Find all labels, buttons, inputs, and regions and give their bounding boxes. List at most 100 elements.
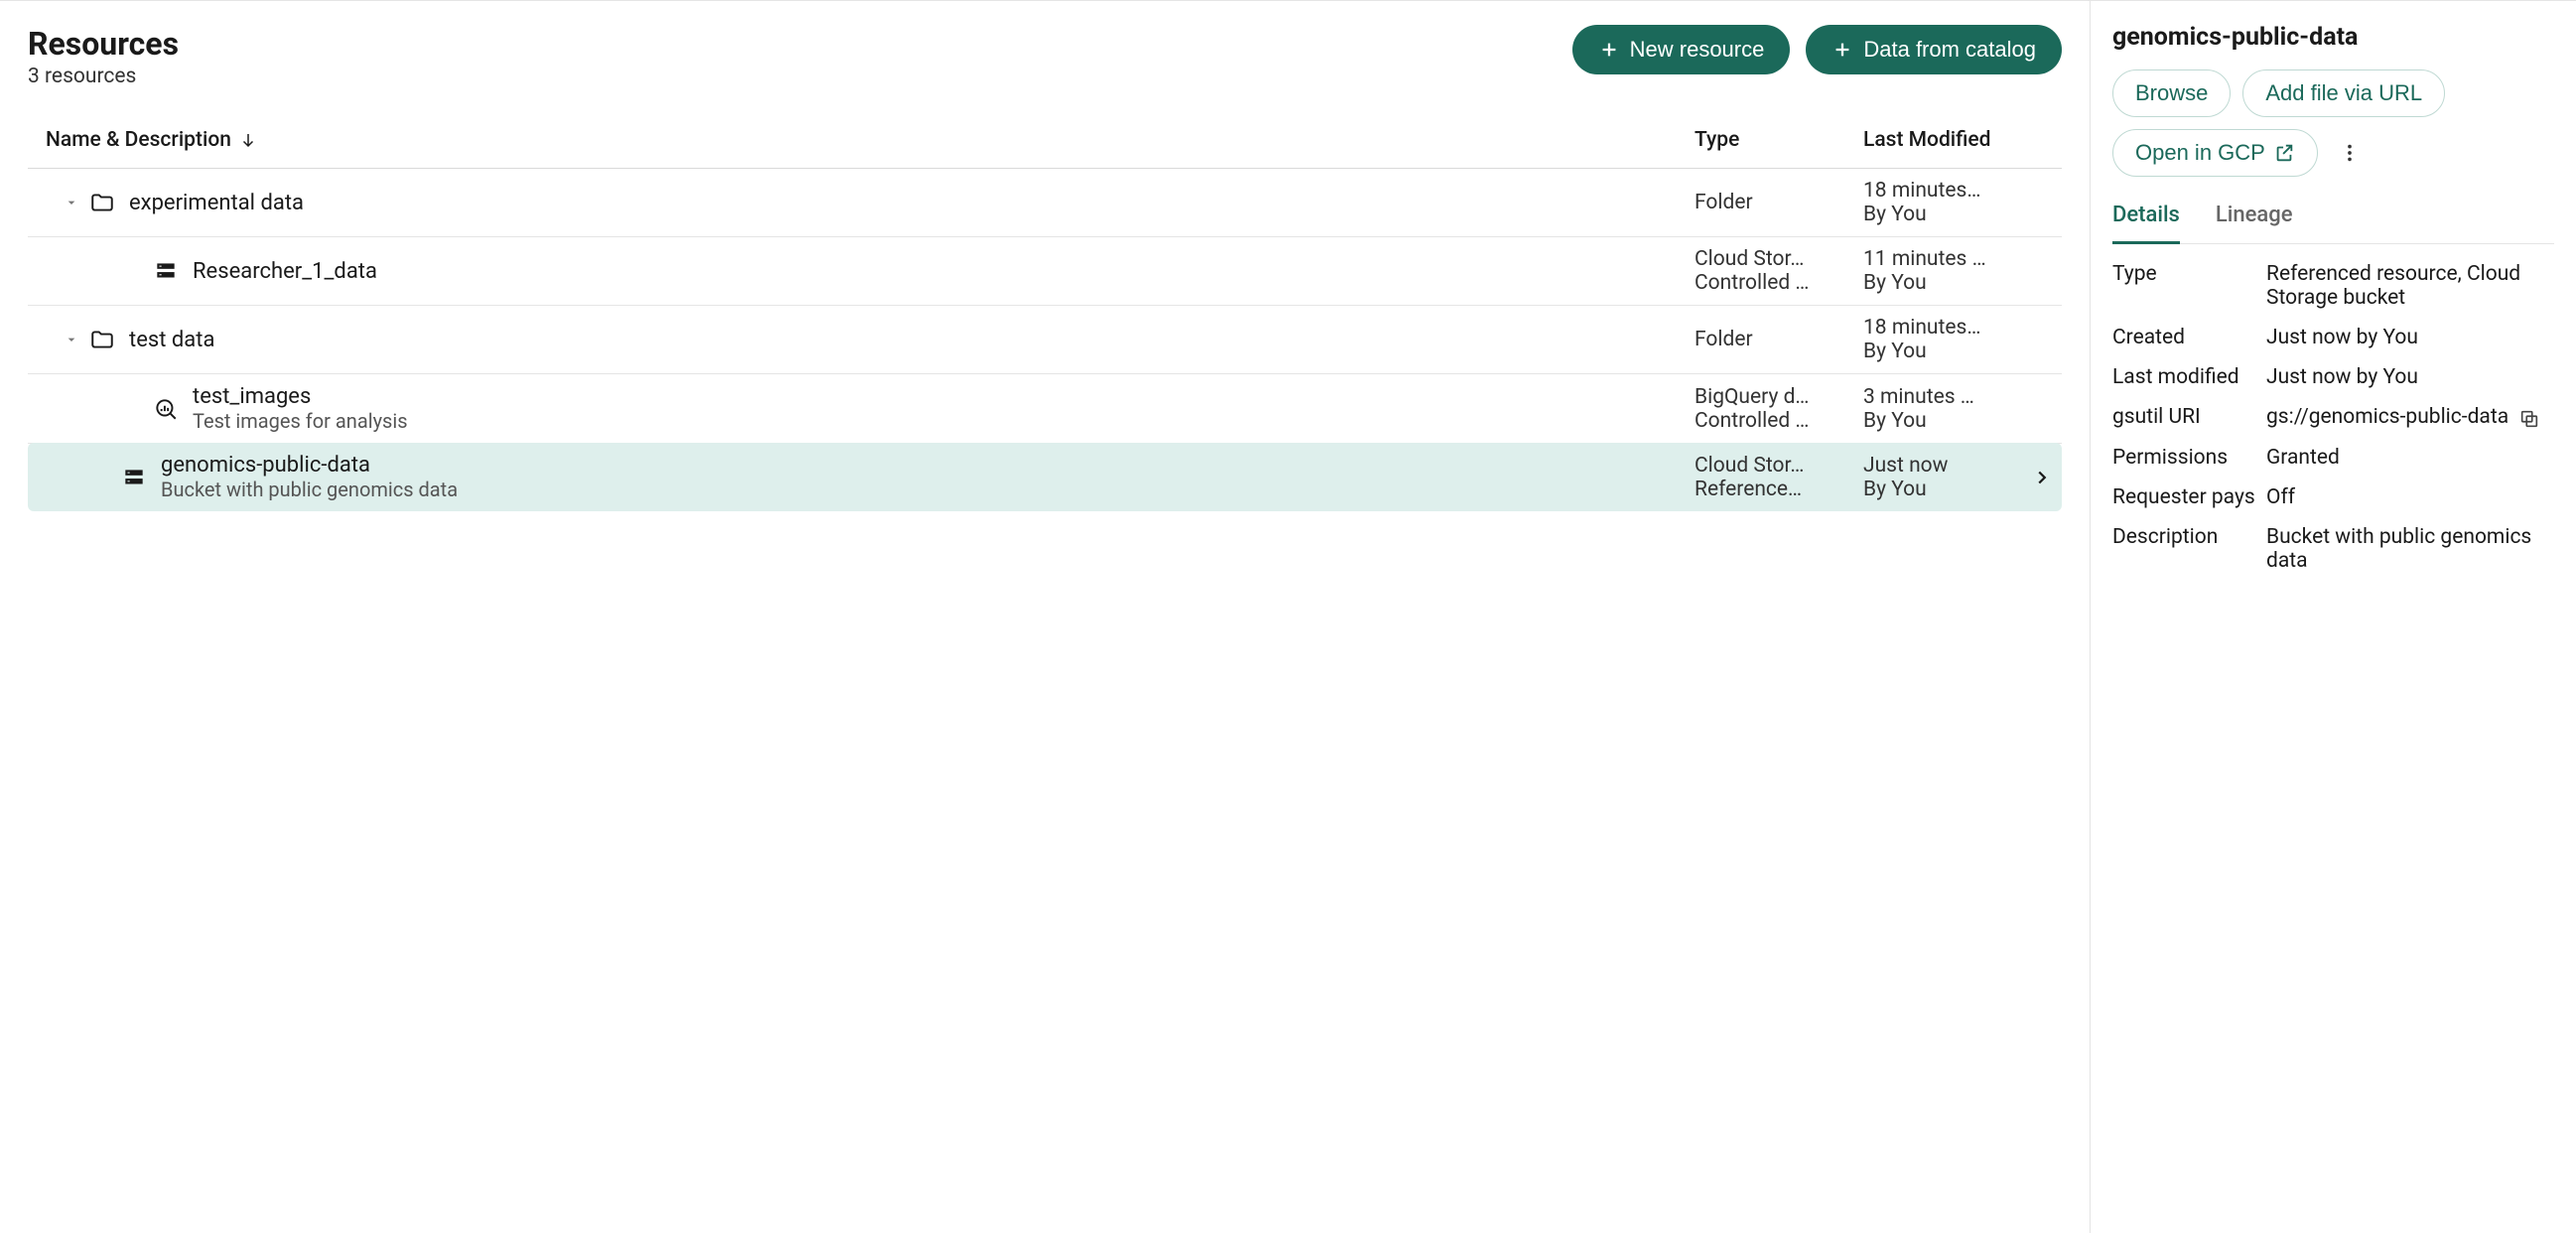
type-line-1: Folder: [1695, 328, 1863, 351]
browse-label: Browse: [2135, 80, 2208, 106]
sort-down-icon: [239, 131, 257, 149]
tab-lineage[interactable]: Lineage: [2216, 195, 2293, 243]
table-row[interactable]: experimental data Folder 18 minutes… By …: [28, 169, 2062, 237]
folder-icon: [89, 190, 115, 215]
mod-by: By You: [1863, 203, 2022, 226]
detail-label: Last modified: [2112, 365, 2266, 389]
detail-row-type: Type Referenced resource, Cloud Storage …: [2112, 262, 2554, 310]
copy-icon[interactable]: [2518, 408, 2540, 430]
type-line-2: Reference…: [1695, 478, 1863, 501]
detail-label: Permissions: [2112, 446, 2266, 470]
browse-button[interactable]: Browse: [2112, 69, 2231, 117]
more-options-button[interactable]: [2330, 133, 2370, 173]
mod-line-1: 18 minutes…: [1863, 316, 2022, 340]
type-cell: BigQuery d… Controlled …: [1695, 385, 1863, 433]
new-resource-label: New resource: [1630, 37, 1765, 63]
type-line-2: Controlled …: [1695, 271, 1863, 295]
open-gcp-label: Open in GCP: [2135, 140, 2265, 166]
detail-label: gsutil URI: [2112, 405, 2266, 429]
storage-icon: [153, 258, 179, 284]
table-header: Name & Description Type Last Modified: [28, 112, 2062, 169]
detail-label: Created: [2112, 326, 2266, 349]
detail-label: Type: [2112, 262, 2266, 286]
table-row[interactable]: Researcher_1_data Cloud Stor… Controlled…: [28, 237, 2062, 306]
row-name: experimental data: [129, 191, 1695, 215]
arrow-cell[interactable]: [2022, 467, 2062, 488]
detail-value: Off: [2266, 485, 2554, 509]
row-name: test data: [129, 328, 1695, 352]
page-title: Resources: [28, 25, 179, 63]
expand-cell[interactable]: [28, 332, 85, 347]
mod-by: By You: [1863, 340, 2022, 363]
open-in-gcp-button[interactable]: Open in GCP: [2112, 129, 2318, 177]
type-line-1: Cloud Stor…: [1695, 454, 1863, 478]
gsutil-value: gs://genomics-public-data: [2266, 405, 2508, 429]
modified-cell: 18 minutes… By You: [1863, 316, 2022, 363]
row-desc: Test images for analysis: [193, 409, 1695, 433]
type-line-1: Cloud Stor…: [1695, 247, 1863, 271]
data-from-catalog-button[interactable]: Data from catalog: [1806, 25, 2062, 74]
row-icon-cell: [85, 190, 119, 215]
detail-value: Granted: [2266, 446, 2554, 470]
table-row[interactable]: test data Folder 18 minutes… By You: [28, 306, 2062, 374]
detail-row-modified: Last modified Just now by You: [2112, 365, 2554, 389]
tabs: Details Lineage: [2112, 195, 2554, 244]
mod-line-1: 18 minutes…: [1863, 179, 2022, 203]
type-line-2: Controlled …: [1695, 409, 1863, 433]
row-icon-cell: [117, 465, 151, 490]
type-cell: Folder: [1695, 328, 1863, 351]
header-actions: New resource Data from catalog: [1572, 25, 2062, 74]
tab-details[interactable]: Details: [2112, 195, 2180, 244]
type-cell: Cloud Stor… Controlled …: [1695, 247, 1863, 295]
page-subtitle: 3 resources: [28, 65, 179, 88]
row-name: test_images: [193, 384, 1695, 409]
detail-row-created: Created Just now by You: [2112, 326, 2554, 349]
detail-value: Just now by You: [2266, 365, 2554, 389]
name-cell: test data: [129, 328, 1695, 352]
mod-line-1: Just now: [1863, 454, 2022, 478]
type-line-1: Folder: [1695, 191, 1863, 214]
bigquery-icon: [153, 396, 179, 422]
details-panel: genomics-public-data Browse Add file via…: [2090, 0, 2576, 1233]
table-row[interactable]: test_images Test images for analysis Big…: [28, 374, 2062, 444]
column-header-name[interactable]: Name & Description: [46, 128, 1695, 152]
row-desc: Bucket with public genomics data: [161, 478, 1695, 501]
add-file-url-button[interactable]: Add file via URL: [2242, 69, 2445, 117]
new-resource-button[interactable]: New resource: [1572, 25, 1791, 74]
name-cell: experimental data: [129, 191, 1695, 215]
caret-down-icon: [64, 332, 79, 347]
detail-label: Requester pays: [2112, 485, 2266, 509]
mod-by: By You: [1863, 409, 2022, 433]
column-header-name-text: Name & Description: [46, 128, 231, 152]
mod-by: By You: [1863, 271, 2022, 295]
expand-cell[interactable]: [28, 195, 85, 210]
table-row[interactable]: genomics-public-data Bucket with public …: [28, 443, 2062, 511]
detail-value: gs://genomics-public-data: [2266, 405, 2554, 430]
detail-value: Just now by You: [2266, 326, 2554, 349]
row-name: Researcher_1_data: [193, 259, 1695, 284]
side-title: genomics-public-data: [2112, 23, 2554, 52]
type-line-1: BigQuery d…: [1695, 385, 1863, 409]
caret-down-icon: [64, 195, 79, 210]
detail-value: Referenced resource, Cloud Storage bucke…: [2266, 262, 2554, 310]
chevron-right-icon: [2031, 467, 2053, 488]
row-name: genomics-public-data: [161, 453, 1695, 478]
modified-cell: 18 minutes… By You: [1863, 179, 2022, 226]
detail-label: Description: [2112, 525, 2266, 549]
column-header-modified[interactable]: Last Modified: [1863, 128, 2062, 152]
name-cell: genomics-public-data Bucket with public …: [161, 453, 1695, 501]
row-icon-cell: [85, 327, 119, 352]
detail-value: Bucket with public genomics data: [2266, 525, 2554, 573]
header-row: Resources 3 resources New resource Data …: [28, 25, 2062, 88]
mod-line-1: 3 minutes …: [1863, 385, 2022, 409]
column-header-type[interactable]: Type: [1695, 128, 1863, 152]
resource-table: Name & Description Type Last Modified ex…: [28, 112, 2062, 511]
row-icon-cell: [149, 396, 183, 422]
detail-row-gsutil: gsutil URI gs://genomics-public-data: [2112, 405, 2554, 430]
add-url-label: Add file via URL: [2265, 80, 2422, 106]
plus-icon: [1831, 39, 1853, 61]
type-cell: Folder: [1695, 191, 1863, 214]
resources-panel: Resources 3 resources New resource Data …: [0, 0, 2090, 1233]
detail-row-permissions: Permissions Granted: [2112, 446, 2554, 470]
side-actions: Browse Add file via URL Open in GCP: [2112, 69, 2554, 177]
